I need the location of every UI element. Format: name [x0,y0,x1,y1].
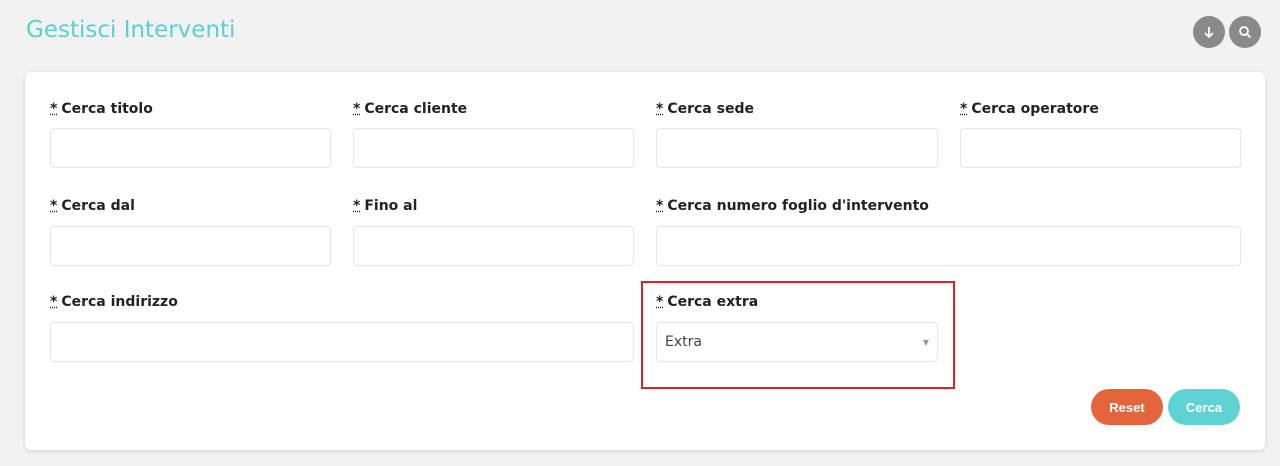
label-indirizzo: * Cerca indirizzo [50,294,178,310]
required-mark: * [353,198,361,214]
search-icon [1239,26,1252,39]
search-button[interactable]: Cerca [1168,389,1240,425]
input-titolo[interactable] [50,128,331,168]
download-button[interactable] [1193,16,1225,48]
reset-button[interactable]: Reset [1091,389,1163,425]
required-mark: * [656,198,664,214]
label-dal: * Cerca dal [50,198,135,214]
label-operatore: * Cerca operatore [960,101,1099,117]
required-mark: * [50,101,58,117]
input-sede[interactable] [656,128,938,168]
required-mark: * [50,294,58,310]
label-text: Cerca dal [61,198,135,214]
label-text: Cerca operatore [971,101,1099,117]
arrow-down-icon [1204,27,1214,39]
input-numero-foglio[interactable] [656,226,1241,266]
page-title: Gestisci Interventi [26,17,236,43]
label-cliente: * Cerca cliente [353,101,467,117]
input-fino-al[interactable] [353,226,634,266]
label-text: Cerca cliente [364,101,468,117]
label-text: Cerca titolo [61,101,153,117]
label-text: Fino al [364,198,418,214]
label-numero-foglio: * Cerca numero foglio d'intervento [656,198,929,214]
required-mark: * [960,101,968,117]
label-text: Cerca sede [667,101,754,117]
label-text: Cerca numero foglio d'intervento [667,198,929,214]
required-mark: * [50,198,58,214]
label-sede: * Cerca sede [656,101,754,117]
search-toggle-button[interactable] [1229,16,1261,48]
highlight-box [641,281,955,389]
required-mark: * [353,101,361,117]
input-cliente[interactable] [353,128,634,168]
label-text: Cerca indirizzo [61,294,178,310]
label-fino-al: * Fino al [353,198,417,214]
input-operatore[interactable] [960,128,1241,168]
input-dal[interactable] [50,226,331,266]
label-titolo: * Cerca titolo [50,101,153,117]
required-mark: * [656,101,664,117]
input-indirizzo[interactable] [50,322,634,362]
